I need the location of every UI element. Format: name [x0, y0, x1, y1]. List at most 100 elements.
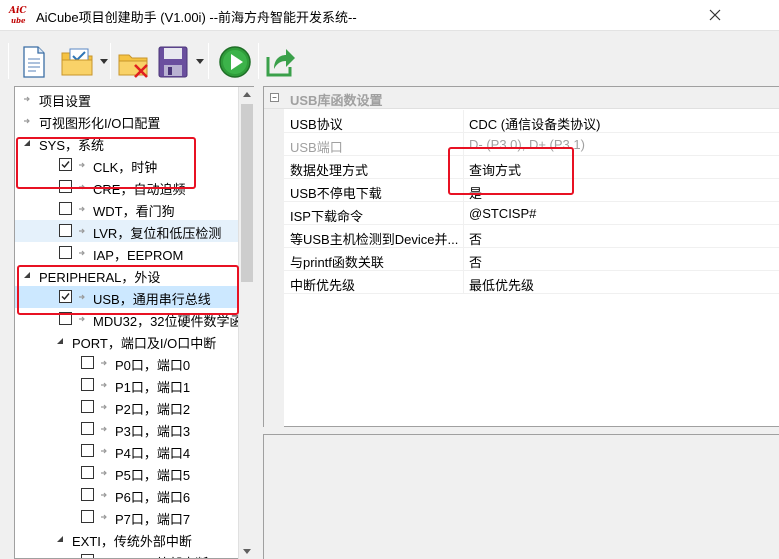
close-project-button[interactable]	[117, 43, 151, 81]
scroll-thumb[interactable]	[241, 104, 253, 282]
property-value[interactable]: 否	[469, 229, 482, 248]
tree-item[interactable]: P4口，端口4	[15, 440, 240, 462]
tree-checkbox[interactable]	[59, 290, 72, 303]
tree-item[interactable]: P0口，端口0	[15, 352, 240, 374]
property-row[interactable]: 与printf函数关联 否	[284, 248, 779, 271]
save-project-button[interactable]	[157, 43, 189, 81]
tree-checkbox[interactable]	[59, 180, 72, 193]
expand-triangle-icon[interactable]	[23, 139, 31, 147]
tree-item[interactable]: P2口，端口2	[15, 396, 240, 418]
property-row[interactable]: 中断优先级 最低优先级	[284, 271, 779, 294]
property-value[interactable]: 是	[469, 183, 482, 202]
tree-item-label: P6口，端口6	[115, 490, 191, 505]
tree-vertical-scrollbar[interactable]	[238, 87, 254, 559]
new-project-button[interactable]	[20, 43, 48, 81]
property-value[interactable]: CDC (通信设备类协议)	[469, 114, 600, 133]
module-tree[interactable]: 项目设置 可视图形化I/O口配置 SYS，系统 CLK，时钟 CRE，自动追频 WDT，看…	[14, 86, 254, 559]
tree-checkbox[interactable]	[59, 224, 72, 237]
close-icon[interactable]	[706, 6, 724, 24]
tree-checkbox[interactable]	[81, 488, 94, 501]
tree-checkbox[interactable]	[81, 466, 94, 479]
tree-checkbox[interactable]	[59, 158, 72, 171]
property-value[interactable]: @STCISP#	[469, 206, 536, 221]
arrow-right-icon	[79, 316, 85, 322]
title-bar: AiC ube AiCube项目创建助手 (V1.00i) --前海方舟智能开发…	[0, 0, 779, 30]
tree-item[interactable]: MDU32，32位硬件数学函数	[15, 308, 253, 330]
toolbar-separator	[110, 43, 111, 79]
property-row[interactable]: 数据处理方式 查询方式	[284, 156, 779, 179]
tree-item[interactable]: 项目设置	[15, 88, 240, 110]
tree-checkbox[interactable]	[59, 312, 72, 325]
tree-checkbox[interactable]	[81, 400, 94, 413]
column-divider[interactable]	[463, 202, 464, 225]
tree-checkbox[interactable]	[81, 422, 94, 435]
property-category-label: USB库函数设置	[290, 93, 383, 108]
tree-item-label: CLK，时钟	[93, 160, 158, 175]
property-value[interactable]: 查询方式	[469, 160, 521, 179]
column-divider[interactable]	[463, 248, 464, 271]
column-divider[interactable]	[463, 156, 464, 179]
tree-item[interactable]: EXTI，传统外部中断	[15, 528, 240, 550]
arrow-right-icon	[101, 448, 107, 454]
tree-item[interactable]: IAP，EEPROM	[15, 242, 240, 264]
toolbar	[0, 30, 779, 88]
save-dropdown-arrow[interactable]	[196, 59, 204, 64]
arrow-right-icon	[79, 250, 85, 256]
column-divider[interactable]	[463, 271, 464, 294]
property-value[interactable]: 否	[469, 252, 482, 271]
property-name: ISP下载命令	[290, 209, 363, 224]
expand-triangle-icon[interactable]	[56, 535, 64, 543]
tree-item[interactable]: CRE，自动追频	[15, 176, 240, 198]
column-divider[interactable]	[463, 110, 464, 133]
tree-item-label: EXTI，传统外部中断	[72, 534, 192, 549]
column-divider[interactable]	[463, 133, 464, 156]
run-button[interactable]	[218, 43, 252, 81]
tree-item[interactable]: P7口，端口7	[15, 506, 240, 528]
tree-item[interactable]: USB，通用串行总线	[15, 286, 240, 308]
tree-checkbox[interactable]	[81, 378, 94, 391]
property-row[interactable]: ISP下载命令 @STCISP#	[284, 202, 779, 225]
tree-item[interactable]: P1口，端口1	[15, 374, 240, 396]
tree-item[interactable]: PORT，端口及I/O口中断	[15, 330, 240, 352]
tree-checkbox[interactable]	[59, 202, 72, 215]
property-grid: USB库函数设置 USB协议 CDC (通信设备类协议) USB端口 D- (P3.0…	[263, 86, 779, 427]
tree-checkbox[interactable]	[81, 554, 94, 558]
property-category[interactable]: USB库函数设置	[264, 87, 779, 109]
tree-item-label: P2口，端口2	[115, 402, 191, 417]
collapse-icon[interactable]	[270, 93, 279, 102]
tree-checkbox[interactable]	[81, 444, 94, 457]
scroll-up-arrow-icon[interactable]	[243, 92, 251, 97]
tree-item[interactable]: CLK，时钟	[15, 154, 240, 176]
scroll-down-arrow-icon[interactable]	[243, 549, 251, 554]
property-row[interactable]: 等USB主机检测到Device并... 否	[284, 225, 779, 248]
open-project-button[interactable]	[60, 43, 96, 81]
tree-item[interactable]: 可视图形化I/O口配置	[15, 110, 240, 132]
arrow-right-icon	[79, 206, 85, 212]
tree-item[interactable]: P5口，端口5	[15, 462, 240, 484]
tree-checkbox[interactable]	[59, 246, 72, 259]
expand-triangle-icon[interactable]	[56, 337, 64, 345]
tree-item-label: USB，通用串行总线	[93, 292, 211, 307]
property-name: 数据处理方式	[290, 163, 369, 178]
tree-item[interactable]: PERIPHERAL，外设	[15, 264, 240, 286]
tree-item[interactable]: P3口，端口3	[15, 418, 240, 440]
property-row[interactable]: USB端口 D- (P3.0), D+ (P3.1)	[284, 133, 779, 156]
tree-item[interactable]: P6口，端口6	[15, 484, 240, 506]
tree-item[interactable]: WDT，看门狗	[15, 198, 240, 220]
tree-item[interactable]: LVR，复位和低压检测	[15, 220, 240, 242]
property-row[interactable]: USB不停电下载 是	[284, 179, 779, 202]
column-divider[interactable]	[463, 225, 464, 248]
property-row[interactable]: USB协议 CDC (通信设备类协议)	[284, 110, 779, 133]
tree-checkbox[interactable]	[81, 510, 94, 523]
export-button[interactable]	[264, 43, 296, 81]
property-gutter	[264, 109, 284, 427]
arrow-right-icon	[101, 514, 107, 520]
tree-item[interactable]: INT0，外部中断0	[15, 550, 240, 558]
tree-item-label: P1口，端口1	[115, 380, 191, 395]
tree-item[interactable]: SYS，系统	[15, 132, 240, 154]
tree-checkbox[interactable]	[81, 356, 94, 369]
column-divider[interactable]	[463, 179, 464, 202]
open-dropdown-arrow[interactable]	[100, 59, 108, 64]
property-value[interactable]: 最低优先级	[469, 275, 534, 294]
expand-triangle-icon[interactable]	[23, 271, 31, 279]
